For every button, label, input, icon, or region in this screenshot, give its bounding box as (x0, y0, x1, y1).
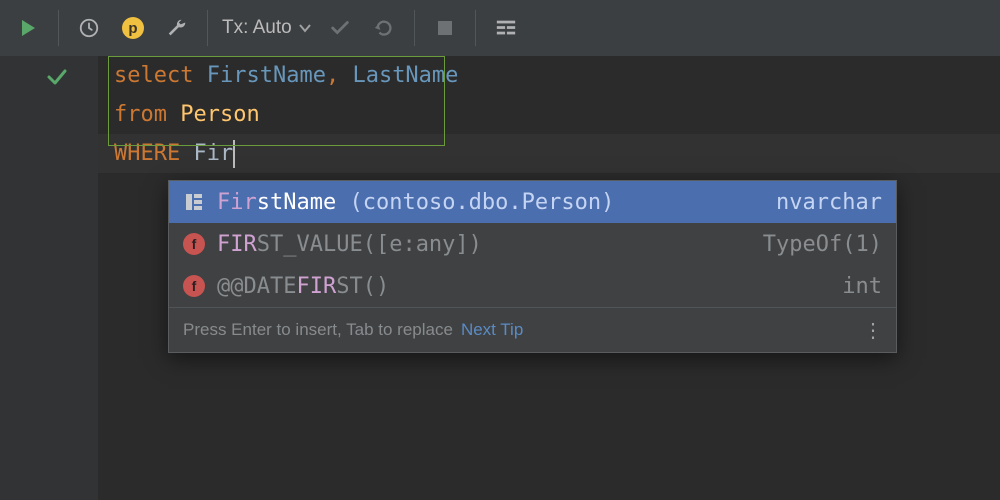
completion-text: FIRST_VALUE([e:any]) (217, 232, 482, 257)
code-completion-popup: FirstName (contoso.dbo.Person) nvarchar … (168, 180, 897, 353)
completion-type: nvarchar (776, 190, 882, 215)
function-icon: f (183, 275, 205, 297)
column-icon (183, 191, 205, 213)
completion-text: FirstName (contoso.dbo.Person) (217, 190, 614, 215)
editor-gutter (0, 56, 99, 500)
completion-item[interactable]: FirstName (contoso.dbo.Person) nvarchar (169, 181, 896, 223)
keyword-from: from (114, 102, 167, 127)
typed-text: Fir (193, 141, 233, 166)
toolbar-separator (475, 10, 476, 46)
clock-icon (78, 17, 100, 39)
completion-footer: Press Enter to insert, Tab to replace Ne… (169, 307, 896, 352)
completion-item[interactable]: f FIRST_VALUE([e:any]) TypeOf(1) (169, 223, 896, 265)
completion-type: int (842, 274, 882, 299)
column-lastname: LastName (352, 63, 458, 88)
history-button[interactable] (69, 8, 109, 48)
stop-icon (436, 19, 454, 37)
tx-mode-dropdown[interactable]: Tx: Auto (218, 17, 316, 39)
svg-text:p: p (128, 20, 137, 37)
chevron-down-icon (298, 21, 312, 35)
rollback-button[interactable] (364, 8, 404, 48)
check-icon (329, 17, 351, 39)
keyword-where: WHERE (114, 141, 180, 166)
keyword-select: select (114, 63, 193, 88)
more-options-icon[interactable]: ⋮ (863, 318, 882, 343)
function-icon: f (183, 233, 205, 255)
wrench-icon (166, 17, 188, 39)
play-icon (18, 18, 38, 38)
completion-text: @@DATEFIRST() (217, 274, 389, 299)
completion-hint: Press Enter to insert, Tab to replace (183, 320, 453, 340)
playground-badge[interactable]: p (113, 8, 153, 48)
completion-item[interactable]: f @@DATEFIRST() int (169, 265, 896, 307)
toolbar: p Tx: Auto (0, 0, 1000, 57)
toolbar-separator (58, 10, 59, 46)
column-firstname: FirstName (207, 63, 326, 88)
code-line-3: WHERE Fir (98, 134, 1000, 173)
next-tip-link[interactable]: Next Tip (461, 320, 523, 340)
toolbar-separator (207, 10, 208, 46)
tx-mode-label: Tx: Auto (222, 17, 292, 39)
table-icon (495, 17, 517, 39)
inspection-ok-icon[interactable] (45, 65, 69, 95)
text-caret (233, 140, 235, 168)
code-line-2: from Person (98, 95, 1000, 134)
run-button[interactable] (8, 8, 48, 48)
commit-button[interactable] (320, 8, 360, 48)
completion-type: TypeOf(1) (763, 232, 882, 257)
results-view-button[interactable] (486, 8, 526, 48)
toolbar-separator (414, 10, 415, 46)
rollback-icon (373, 17, 395, 39)
p-badge-icon: p (121, 16, 145, 40)
code-line-1: select FirstName, LastName (98, 56, 1000, 95)
table-person: Person (180, 102, 259, 127)
stop-button[interactable] (425, 8, 465, 48)
settings-button[interactable] (157, 8, 197, 48)
